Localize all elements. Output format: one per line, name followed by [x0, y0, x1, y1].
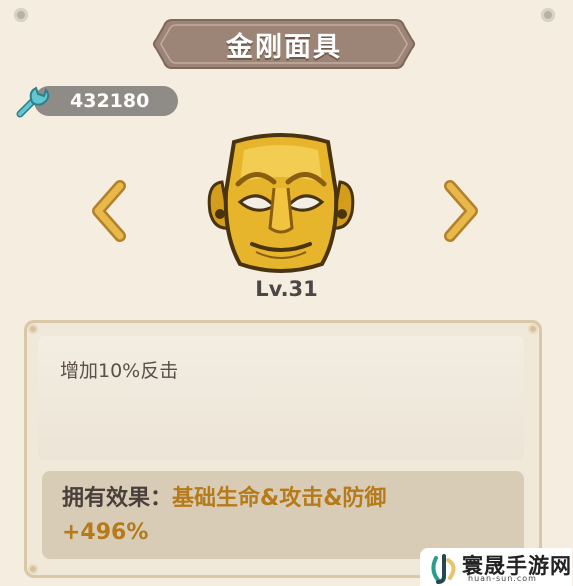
currency-value: 432180 [70, 90, 150, 112]
description-area [38, 336, 524, 460]
corner-rivet-top-left [14, 8, 28, 22]
wrench-icon [16, 86, 50, 118]
chevron-left-icon [92, 180, 126, 242]
prev-item-button[interactable] [88, 180, 132, 242]
watermark: 寰晟手游网 huan-sun.com [420, 548, 572, 586]
watermark-logo-icon [431, 554, 456, 584]
panel-rivet-top-right [528, 324, 538, 334]
next-item-button[interactable] [438, 180, 482, 242]
corner-rivet-top-right [541, 8, 555, 22]
page-title: 金刚面具 [226, 31, 342, 63]
panel-rivet-top-left [28, 324, 38, 334]
chevron-right-icon [444, 180, 478, 242]
effect-text: 拥有效果：基础生命&攻击&防御+496% [62, 482, 462, 550]
title-banner: 金刚面具 [150, 16, 418, 72]
golden-mask-icon [204, 132, 358, 282]
effect-label: 拥有效果： [62, 486, 173, 511]
currency-display: 432180 [14, 84, 180, 118]
watermark-url: huan-sun.com [468, 574, 537, 583]
item-level: Lv.31 [255, 277, 318, 301]
item-description: 增加10%反击 [60, 360, 179, 382]
panel-rivet-bottom-left [28, 564, 38, 574]
